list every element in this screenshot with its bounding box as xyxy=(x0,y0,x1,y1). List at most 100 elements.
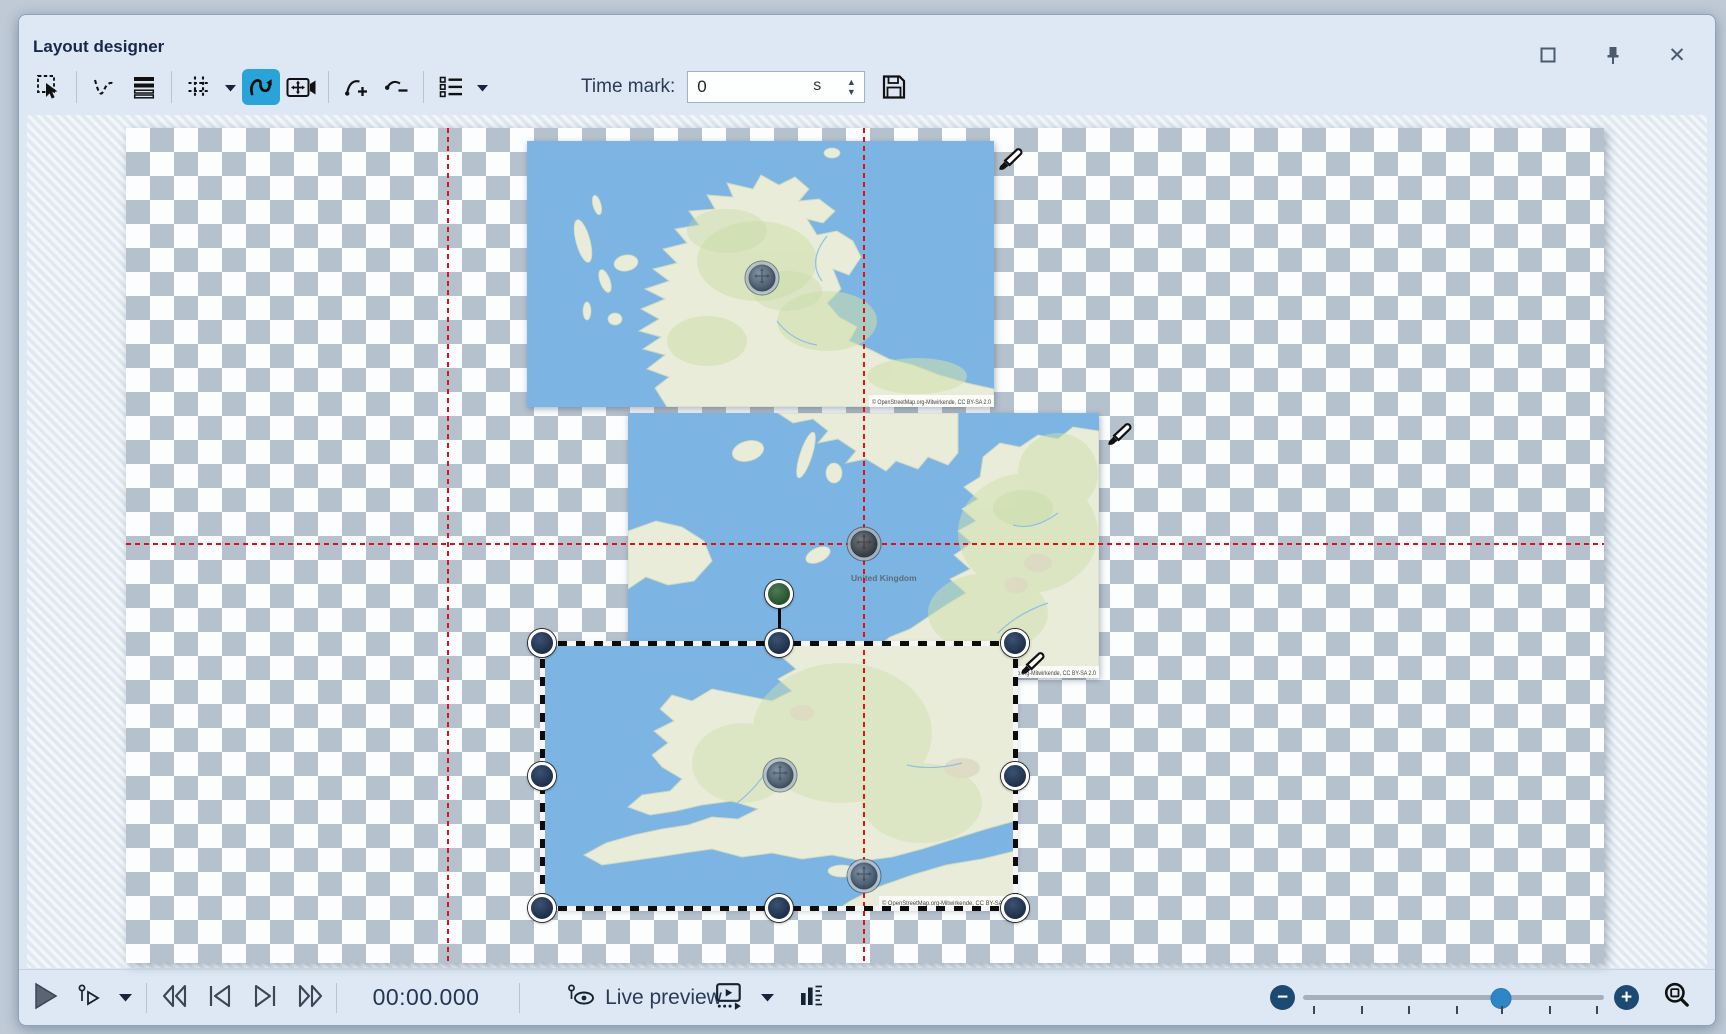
skip-end-icon xyxy=(251,983,279,1012)
render-preview-button[interactable] xyxy=(709,970,749,1025)
plus-icon: + xyxy=(1621,988,1632,1007)
waypoint-marker-center[interactable] xyxy=(848,528,881,561)
grid-tool-button[interactable] xyxy=(180,69,218,105)
render-options-dropdown[interactable] xyxy=(754,970,780,1025)
maximize-icon xyxy=(1540,47,1556,63)
grid-tool-dropdown[interactable] xyxy=(219,69,241,105)
rewind-button[interactable] xyxy=(156,970,194,1025)
time-mark-spinner[interactable]: ▲ ▼ xyxy=(843,73,859,101)
pin-icon xyxy=(1604,45,1622,65)
select-tool-button[interactable] xyxy=(30,69,68,105)
window-title: Layout designer xyxy=(33,37,164,57)
transport-bar: 00:00.000 Live preview − + xyxy=(19,969,1715,1025)
resize-handle-bottom-left[interactable] xyxy=(528,894,556,922)
spinner-up-icon[interactable]: ▲ xyxy=(847,79,856,86)
rewind-icon xyxy=(160,983,190,1012)
play-from-marker-button[interactable] xyxy=(71,970,109,1025)
time-mark-field: s ▲ ▼ xyxy=(687,71,865,103)
toolbar-separator xyxy=(171,71,172,103)
skip-start-icon xyxy=(206,983,234,1012)
play-icon xyxy=(33,982,59,1013)
screen: { "window": { "title": "Layout designer"… xyxy=(0,0,1726,1034)
paintbrush-icon[interactable] xyxy=(996,144,1025,178)
zoom-in-button[interactable]: + xyxy=(1614,985,1639,1010)
save-button[interactable] xyxy=(875,69,913,105)
chevron-down-icon xyxy=(761,990,774,1005)
fast-forward-button[interactable] xyxy=(291,970,329,1025)
map-country-label: United Kingdom xyxy=(851,573,917,583)
transport-separator xyxy=(146,983,147,1013)
zoom-out-button[interactable]: − xyxy=(1270,985,1295,1010)
zoom-tick xyxy=(1549,1006,1551,1014)
guide-vertical-left xyxy=(447,128,449,963)
close-icon: ✕ xyxy=(1668,45,1686,66)
fast-forward-icon xyxy=(295,983,325,1012)
resize-handle-bottom-right[interactable] xyxy=(1001,894,1029,922)
resize-handle-middle-right[interactable] xyxy=(1001,762,1029,790)
camera-pan-tool-button[interactable] xyxy=(282,69,320,105)
magnifier-fit-icon xyxy=(1663,982,1691,1013)
layout-designer-window: Layout designer ✕ xyxy=(18,14,1716,1026)
time-mark-unit: s xyxy=(813,77,821,95)
transport-separator xyxy=(336,983,337,1013)
paintbrush-icon[interactable] xyxy=(1105,419,1134,453)
zoom-tick xyxy=(1313,1006,1315,1014)
add-keypoint-icon xyxy=(343,74,370,101)
toolbar-separator xyxy=(423,71,424,103)
curve-tool-button[interactable] xyxy=(242,69,280,105)
toolbar-separator xyxy=(328,71,329,103)
toolbar-separator xyxy=(76,71,77,103)
zoom-fit-button[interactable] xyxy=(1657,970,1697,1025)
live-preview-label: Live preview xyxy=(605,986,722,1010)
zoom-tick xyxy=(1456,1006,1458,1014)
select-tool-icon xyxy=(36,74,63,101)
list-options-tool-button[interactable] xyxy=(432,69,470,105)
add-keypoint-tool-button[interactable] xyxy=(337,69,375,105)
resize-handle-bottom-center[interactable] xyxy=(765,894,793,922)
layers-tool-button[interactable] xyxy=(125,69,163,105)
composition-frame[interactable]: © OpenStreetMap.org-Mitwirkende, CC BY-S… xyxy=(126,128,1604,963)
zoom-tick xyxy=(1501,1006,1503,1014)
grid-icon xyxy=(186,74,212,100)
time-display: 00:00.000 xyxy=(373,984,480,1011)
zoom-slider-track[interactable] xyxy=(1303,995,1604,1000)
save-icon xyxy=(880,73,908,101)
pin-eye-icon xyxy=(566,983,596,1012)
curve-tool-icon xyxy=(247,73,275,101)
minus-icon: − xyxy=(1277,988,1288,1007)
rotation-handle[interactable] xyxy=(765,580,793,608)
node-edit-tool-button[interactable] xyxy=(85,69,123,105)
waypoint-marker-scotland[interactable] xyxy=(746,262,779,295)
chevron-down-icon xyxy=(119,990,132,1005)
zoom-tick xyxy=(1596,1006,1598,1014)
play-button[interactable] xyxy=(28,970,64,1025)
resize-handle-top-left[interactable] xyxy=(528,629,556,657)
paintbrush-icon[interactable] xyxy=(1018,648,1047,682)
time-display-container: 00:00.000 xyxy=(356,970,496,1025)
remove-keypoint-tool-button[interactable] xyxy=(377,69,415,105)
node-edit-icon xyxy=(91,74,118,101)
list-options-icon xyxy=(438,74,464,100)
toolbar: Time mark: s ▲ ▼ xyxy=(19,65,1715,109)
remove-keypoint-icon xyxy=(383,74,410,101)
canvas-area[interactable]: © OpenStreetMap.org-Mitwirkende, CC BY-S… xyxy=(27,115,1707,968)
titlebar: Layout designer ✕ xyxy=(19,15,1715,65)
play-options-dropdown[interactable] xyxy=(113,970,137,1025)
stats-bars-icon xyxy=(799,983,825,1012)
resize-handle-top-center[interactable] xyxy=(765,629,793,657)
layers-icon xyxy=(131,74,157,100)
statistics-button[interactable] xyxy=(794,970,830,1025)
previous-frame-button[interactable] xyxy=(201,970,239,1025)
resize-handle-middle-left[interactable] xyxy=(528,762,556,790)
render-window-icon xyxy=(715,982,744,1014)
move-arrows-icon xyxy=(856,533,873,555)
selection-box[interactable] xyxy=(542,643,1015,908)
list-options-dropdown[interactable] xyxy=(471,69,493,105)
next-frame-button[interactable] xyxy=(246,970,284,1025)
spinner-down-icon[interactable]: ▼ xyxy=(847,89,856,96)
time-mark-input[interactable] xyxy=(687,71,865,103)
time-mark-label: Time mark: xyxy=(581,76,675,98)
move-arrows-icon xyxy=(754,267,771,289)
camera-pan-icon xyxy=(286,74,317,101)
zoom-tick xyxy=(1361,1006,1363,1014)
